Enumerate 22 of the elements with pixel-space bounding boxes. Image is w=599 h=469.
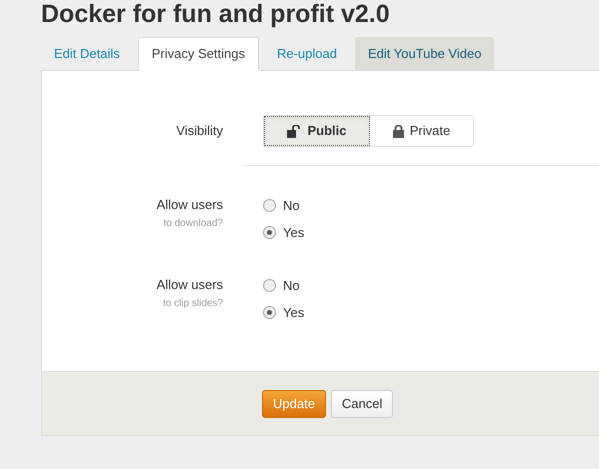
radio-button[interactable] [263, 226, 276, 239]
tab[interactable]: Edit Details [41, 37, 133, 70]
question-label: Allow users [156, 277, 223, 293]
question-label: Allow users [156, 197, 223, 213]
page-title: Docker for fun and profit v2.0 [41, 0, 390, 29]
radio-label: Yes [283, 304, 304, 322]
tab[interactable]: Re-upload [264, 37, 350, 70]
radio-label: Yes [283, 224, 304, 242]
padlock-icon [392, 124, 404, 138]
radio-label: No [283, 196, 300, 215]
cancel-button[interactable]: Cancel [330, 390, 394, 418]
unlocked-padlock-icon [287, 124, 302, 138]
radio-label: No [283, 276, 300, 295]
tab[interactable]: Edit YouTube Video [354, 37, 494, 70]
tab[interactable]: Privacy Settings [138, 37, 259, 71]
radio-button[interactable] [263, 279, 276, 292]
radio-button[interactable] [263, 199, 276, 212]
field-label: Visibility [175, 122, 223, 140]
question-hint: to clip slides? [162, 297, 223, 311]
radio-button[interactable] [263, 306, 276, 319]
visibility-option[interactable]: Public [264, 116, 370, 146]
question-hint: to download? [164, 217, 223, 231]
